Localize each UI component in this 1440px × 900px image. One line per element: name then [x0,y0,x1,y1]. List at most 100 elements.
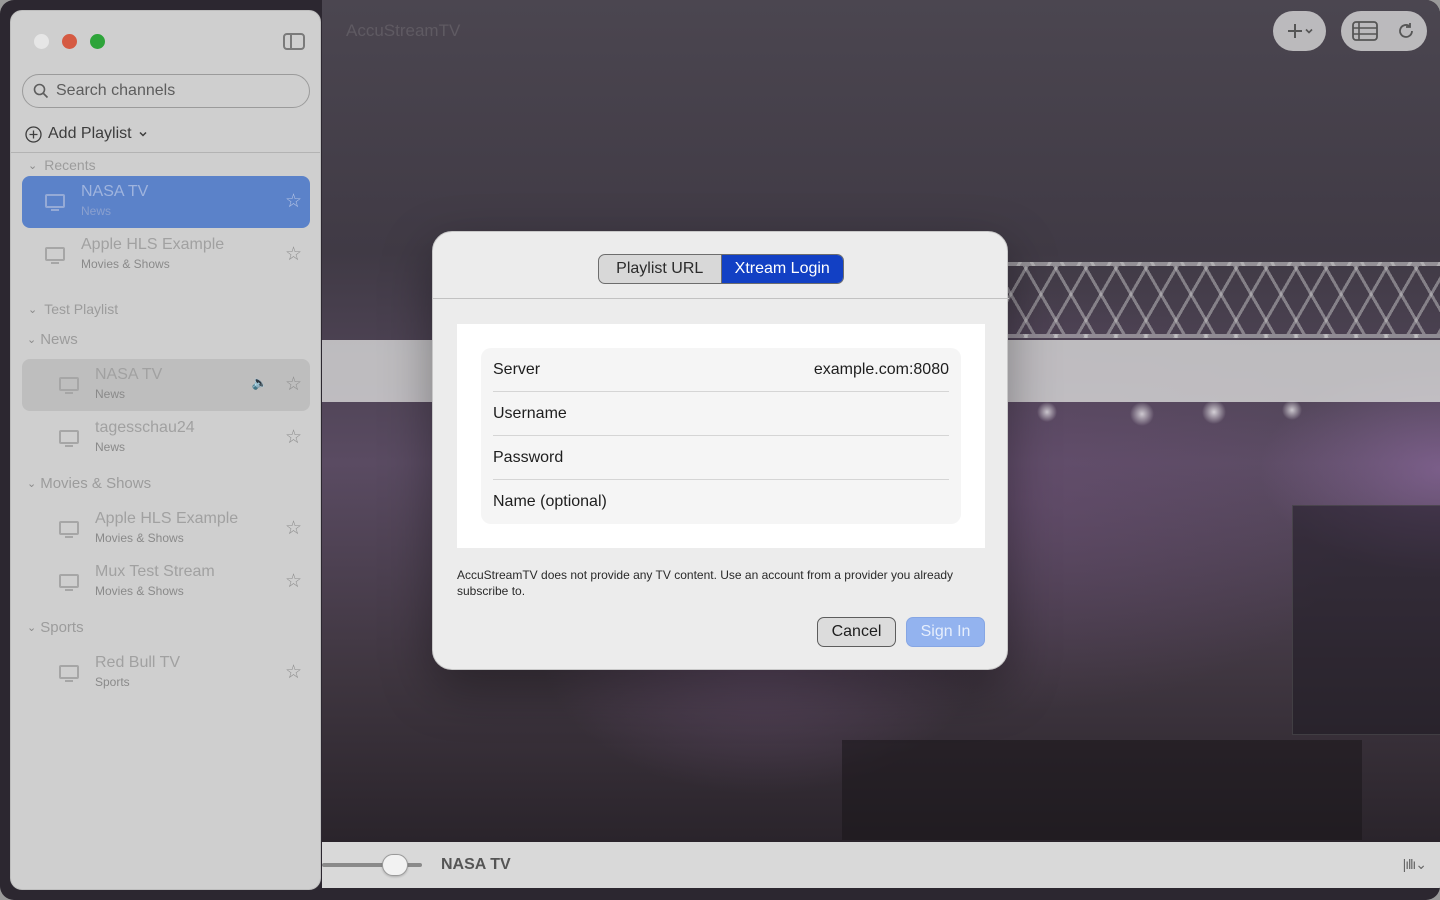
close-window-button[interactable] [34,34,49,49]
star-icon[interactable]: ☆ [285,373,302,396]
channel-name: Mux Test Stream [95,563,215,580]
audio-waveform-icon[interactable]: |ıllı⌄ [1403,856,1427,873]
field-label: Name (optional) [493,493,607,510]
star-icon[interactable]: ☆ [285,190,302,213]
zoom-window-button[interactable] [90,34,105,49]
disclaimer-text: AccuStreamTV does not provide any TV con… [457,568,954,598]
password-input[interactable] [689,449,949,467]
add-playlist-dialog: Playlist URL Xtream Login Server Usernam… [432,231,1009,670]
channel-category: News [95,440,126,454]
channel-category: News [81,204,112,218]
sign-in-button[interactable]: Sign In [906,617,985,647]
channel-category: News [95,387,126,401]
source-segmented-control: Playlist URL Xtream Login [598,254,844,284]
channel-name: tagesschau24 [95,419,195,436]
group-title: Sports [40,619,84,636]
channel-name: NASA TV [95,366,163,383]
divider [11,152,320,153]
tv-icon [59,574,79,591]
channel-row-mux-test[interactable]: Mux Test Stream Movies & Shows ☆ [22,556,310,608]
server-input[interactable] [689,361,949,379]
refresh-icon[interactable] [1396,21,1416,41]
channel-row-red-bull-tv[interactable]: Red Bull TV Sports ☆ [22,647,310,699]
minimize-window-button[interactable] [62,34,77,49]
channel-name: Red Bull TV [95,654,181,671]
password-field[interactable]: Password [493,436,949,480]
channel-category: Movies & Shows [95,584,184,598]
chevron-down-icon [1304,28,1313,34]
toolbar-right-group [1341,11,1427,51]
recent-channel-nasa-tv[interactable]: NASA TV News ☆ [22,176,310,228]
add-playlist-label: Add Playlist [48,125,132,142]
star-icon[interactable]: ☆ [285,426,302,449]
group-header-news[interactable]: ⌄ News [27,331,78,348]
chevron-down-icon: ⌄ [27,334,37,346]
window-title: AccuStreamTV [346,21,461,40]
group-header-sports[interactable]: ⌄ Sports [27,619,84,636]
tv-icon [59,665,79,682]
cancel-button[interactable]: Cancel [817,617,896,647]
channel-row-nasa-tv[interactable]: NASA TV News 🔈 ☆ [22,359,310,411]
plus-circle-icon [25,125,42,143]
channel-category: Sports [95,675,130,689]
server-field[interactable]: Server [493,348,949,392]
tab-xtream-login[interactable]: Xtream Login [720,255,843,283]
playlist-section-title: Test Playlist [44,301,119,317]
player-bar: NASA TV |ıllı⌄ [322,842,1440,888]
sidebar-toggle-icon[interactable] [283,33,305,50]
add-playlist-button[interactable]: Add Playlist [25,125,148,143]
tv-icon [59,377,79,394]
plus-icon [1287,24,1302,38]
chevron-down-icon: ⌄ [27,478,37,490]
tv-icon [45,194,65,211]
sidebar: Add Playlist ⌄ Recents NASA TV News ☆ Ap… [10,10,321,890]
channel-name: Apple HLS Example [81,236,225,253]
username-input[interactable] [689,405,949,423]
group-header-movies-shows[interactable]: ⌄ Movies & Shows [27,475,151,492]
tv-icon [45,247,65,264]
app-window: AccuStreamTV NASA TV |ıllı⌄ Add Playlist [0,0,1440,900]
star-icon[interactable]: ☆ [285,661,302,684]
recent-channel-apple-hls[interactable]: Apple HLS Example Movies & Shows ☆ [22,229,310,281]
chevron-down-icon: ⌄ [28,303,38,316]
tv-icon [59,521,79,538]
field-label: Password [493,449,564,466]
playlist-section-header[interactable]: ⌄ Test Playlist [28,301,118,317]
field-label: Server [493,361,541,378]
chevron-down-icon: ⌄ [27,622,37,634]
form-panel: Server Username Password Name (optional) [457,324,985,548]
chevron-down-icon [139,131,147,137]
recents-section-header[interactable]: ⌄ Recents [28,157,96,173]
channel-row-tagesschau24[interactable]: tagesschau24 News ☆ [22,412,310,464]
tab-playlist-url[interactable]: Playlist URL [599,255,721,283]
recents-section-title: Recents [44,157,96,173]
chevron-down-icon: ⌄ [28,159,38,172]
now-playing-title: NASA TV [441,856,511,873]
channel-category: Movies & Shows [95,531,184,545]
add-menu-button[interactable] [1273,11,1326,51]
volume-slider-knob[interactable] [382,854,408,876]
name-input[interactable] [689,493,949,511]
channel-name: Apple HLS Example [95,510,239,527]
username-field[interactable]: Username [493,392,949,436]
stage-lights-graphic [1002,400,1440,430]
name-field[interactable]: Name (optional) [493,480,949,524]
speaker-playing-icon: 🔈 [251,375,268,390]
star-icon[interactable]: ☆ [285,243,302,266]
tv-icon [59,430,79,447]
channel-category: Movies & Shows [81,257,170,271]
field-label: Username [493,405,567,422]
star-icon[interactable]: ☆ [285,517,302,540]
channel-name: NASA TV [81,183,149,200]
divider [433,298,1009,299]
login-form: Server Username Password Name (optional) [481,348,961,524]
stage-equipment-graphic [842,740,1362,840]
channel-row-apple-hls[interactable]: Apple HLS Example Movies & Shows ☆ [22,503,310,555]
search-field[interactable] [22,74,310,108]
group-title: Movies & Shows [40,475,152,492]
list-icon[interactable] [1352,21,1378,41]
search-icon [33,83,49,99]
stage-truss-graphic [1002,262,1440,338]
search-input[interactable] [56,82,286,100]
star-icon[interactable]: ☆ [285,570,302,593]
